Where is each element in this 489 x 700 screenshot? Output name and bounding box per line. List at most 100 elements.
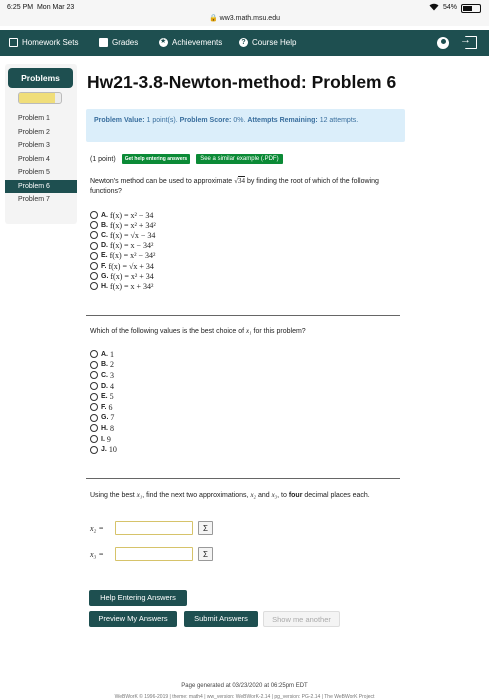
- answer-option[interactable]: I. 9: [90, 434, 117, 445]
- sidebar-item-problem[interactable]: Problem 3: [5, 139, 77, 153]
- option-expression: 1: [110, 349, 114, 359]
- option-expression: f(x) = x + 34²: [110, 281, 154, 291]
- url-text: ww3.math.msu.edu: [219, 15, 280, 22]
- answer-option[interactable]: F. f(x) = √x + 34: [90, 261, 156, 271]
- divider: [86, 315, 400, 316]
- x3-input[interactable]: [115, 547, 193, 561]
- radio-button[interactable]: [90, 251, 98, 260]
- show-another-button[interactable]: Show me another: [263, 611, 340, 627]
- battery-percent: 54%: [442, 4, 457, 11]
- answer-option[interactable]: A. 1: [90, 349, 117, 360]
- user-icon[interactable]: [437, 37, 449, 49]
- nav-course-help[interactable]: ? Course Help: [239, 38, 296, 47]
- remaining-text: 12 attempts.: [319, 117, 359, 124]
- help-entering-answers-button[interactable]: Help Entering Answers: [89, 590, 187, 606]
- option-letter: A.: [101, 350, 108, 358]
- page-title: Hw21-3.8-Newton-method: Problem 6: [87, 72, 397, 92]
- option-letter: G.: [101, 414, 109, 422]
- footer-generated: Page generated at 03/23/2020 at 06:25pm …: [181, 683, 308, 689]
- answer-option[interactable]: A. f(x) = x² − 34: [90, 210, 156, 220]
- answer-option[interactable]: D. f(x) = x − 34²: [90, 241, 156, 251]
- radio-button[interactable]: [90, 241, 98, 250]
- submit-button[interactable]: Submit Answers: [184, 611, 258, 627]
- radio-button[interactable]: [90, 424, 98, 433]
- radio-button[interactable]: [90, 413, 98, 422]
- radio-button[interactable]: [90, 435, 98, 444]
- answer-option[interactable]: H. 8: [90, 423, 117, 434]
- q2-text-b: for this problem?: [253, 328, 306, 335]
- answer-option[interactable]: F. 6: [90, 402, 117, 413]
- answer-option[interactable]: H. f(x) = x + 34²: [90, 281, 156, 291]
- option-expression: f(x) = x² + 34²: [110, 220, 156, 230]
- x3-label: x₃ =: [90, 549, 104, 559]
- value-text: 1 point(s).: [146, 117, 178, 124]
- equation-editor-icon[interactable]: Σ: [198, 521, 213, 535]
- nav-homework-sets[interactable]: Homework Sets: [9, 38, 78, 47]
- list-ellipsis: ...: [23, 178, 29, 185]
- answer-option[interactable]: G. 7: [90, 413, 117, 424]
- q2-text-a: Which of the following values is the bes…: [90, 328, 245, 335]
- option-expression: 3: [110, 370, 114, 380]
- radio-button[interactable]: [90, 403, 98, 412]
- nav-grades[interactable]: Grades: [99, 38, 138, 47]
- preview-button[interactable]: Preview My Answers: [89, 611, 177, 627]
- sidebar-item-problem[interactable]: Problem 7: [5, 193, 77, 207]
- footer-copyright: WeBWorK © 1996-2019 | theme: math4 | ww_…: [114, 694, 375, 700]
- problems-header[interactable]: Problems: [8, 68, 73, 88]
- equation-editor-icon[interactable]: Σ: [198, 547, 213, 561]
- radio-button[interactable]: [90, 350, 98, 359]
- radio-button[interactable]: [90, 211, 98, 220]
- radio-button[interactable]: [90, 360, 98, 369]
- radio-button[interactable]: [90, 221, 98, 230]
- answer-option[interactable]: B. f(x) = x² + 34²: [90, 220, 156, 230]
- options-1: A. f(x) = x² − 34 B. f(x) = x² + 34² C. f(x) …: [90, 210, 156, 292]
- question-2: Which of the following values is the bes…: [90, 326, 400, 337]
- option-letter: H.: [101, 282, 108, 290]
- answer-option[interactable]: C. f(x) = √x − 34: [90, 230, 156, 240]
- nav-achievements-label: Achievements: [172, 38, 223, 47]
- sidebar-item-problem[interactable]: Problem 1: [5, 112, 77, 126]
- sidebar-item-problem[interactable]: Problem 5: [5, 166, 77, 180]
- question-3: Using the best x₁, find the next two app…: [90, 490, 400, 501]
- nav-achievements[interactable]: Achievements: [159, 37, 223, 47]
- option-expression: 5: [109, 392, 114, 402]
- radio-button[interactable]: [90, 231, 98, 240]
- sidebar-item-problem[interactable]: Problem 2: [5, 126, 77, 140]
- radio-button[interactable]: [90, 392, 98, 401]
- score-label: Problem Score:: [179, 117, 232, 124]
- option-expression: f(x) = x² − 34: [110, 210, 154, 220]
- option-expression: f(x) = x² − 34²: [109, 251, 156, 261]
- answer-option[interactable]: E. f(x) = x² − 34²: [90, 251, 156, 261]
- answer-option[interactable]: E. 5: [90, 391, 117, 402]
- option-letter: J.: [101, 446, 107, 454]
- signout-icon[interactable]: [460, 34, 477, 49]
- option-expression: 10: [108, 445, 117, 455]
- radio-button[interactable]: [90, 382, 98, 391]
- get-help-button[interactable]: Get help entering answers: [121, 154, 191, 164]
- answer-option[interactable]: G. f(x) = x² + 34: [90, 271, 156, 281]
- radio-button[interactable]: [90, 272, 98, 281]
- q3-text-b: , find the next two approximations,: [142, 492, 249, 499]
- address-bar[interactable]: 🔒 ww3.math.msu.edu: [0, 14, 489, 22]
- radio-button[interactable]: [90, 262, 98, 271]
- nav-grades-label: Grades: [112, 38, 139, 47]
- question-1: Newton's method can be used to approxima…: [90, 177, 379, 195]
- radio-button[interactable]: [90, 371, 98, 380]
- q3-text-a: Using the best: [90, 492, 135, 499]
- answer-option[interactable]: B. 2: [90, 360, 117, 371]
- option-expression: 2: [110, 360, 114, 370]
- similar-example-button[interactable]: See a similar example (.PDF): [196, 154, 283, 164]
- answer-option[interactable]: C. 3: [90, 370, 117, 381]
- radio-button[interactable]: [90, 445, 98, 454]
- x2-input[interactable]: [115, 521, 193, 535]
- answer-option[interactable]: D. 4: [90, 381, 117, 392]
- q3-x2: x₂: [250, 491, 256, 499]
- wifi-icon: [429, 3, 439, 13]
- option-letter: B.: [101, 361, 108, 369]
- radio-button[interactable]: [90, 282, 98, 291]
- sidebar-item-problem[interactable]: Problem 6: [5, 179, 77, 193]
- sidebar-item-problem[interactable]: Problem 4: [5, 153, 77, 167]
- option-letter: E.: [101, 252, 108, 260]
- answer-option[interactable]: J. 10: [90, 444, 117, 455]
- option-letter: E.: [101, 393, 108, 401]
